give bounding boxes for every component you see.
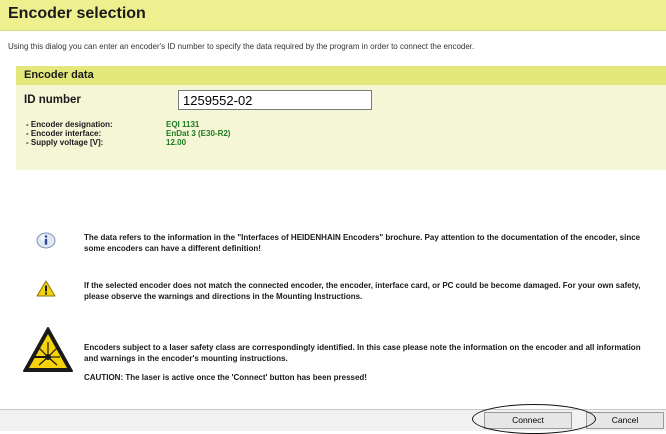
id-number-label: ID number [24,94,81,106]
cancel-button[interactable]: Cancel [586,412,664,429]
laser-warning-icon [23,327,73,372]
encoder-designation-value: EQI 1131 [166,120,200,129]
laser-caution-note: CAUTION: The laser is active once the 'C… [84,373,367,382]
supply-voltage-value: 12.00 [166,138,187,147]
dialog-title: Encoder selection [8,5,146,22]
info-note: The data refers to the information in th… [84,233,641,253]
warning-note: If the selected encoder does not match t… [84,281,641,301]
encoder-data-panel: Encoder data ID number - Encoder designa… [16,66,666,170]
encoder-designation-label: - Encoder designation: [26,120,113,129]
encoder-data-header: Encoder data [16,66,666,85]
connect-button[interactable]: Connect [484,412,572,429]
encoder-interface-value: EnDat 3 (E30-R2) [166,129,231,138]
encoder-selection-dialog: Encoder selection Using this dialog you … [0,0,666,434]
title-bar: Encoder selection [0,0,666,31]
encoder-data-heading: Encoder data [24,69,94,81]
id-number-input[interactable] [178,90,372,110]
laser-note: Encoders subject to a laser safety class… [84,343,641,363]
warning-icon [36,280,56,297]
intro-text: Using this dialog you can enter an encod… [8,42,475,51]
encoder-interface-label: - Encoder interface: [26,129,102,138]
supply-voltage-label: - Supply voltage [V]: [26,138,104,147]
info-icon [36,232,56,249]
